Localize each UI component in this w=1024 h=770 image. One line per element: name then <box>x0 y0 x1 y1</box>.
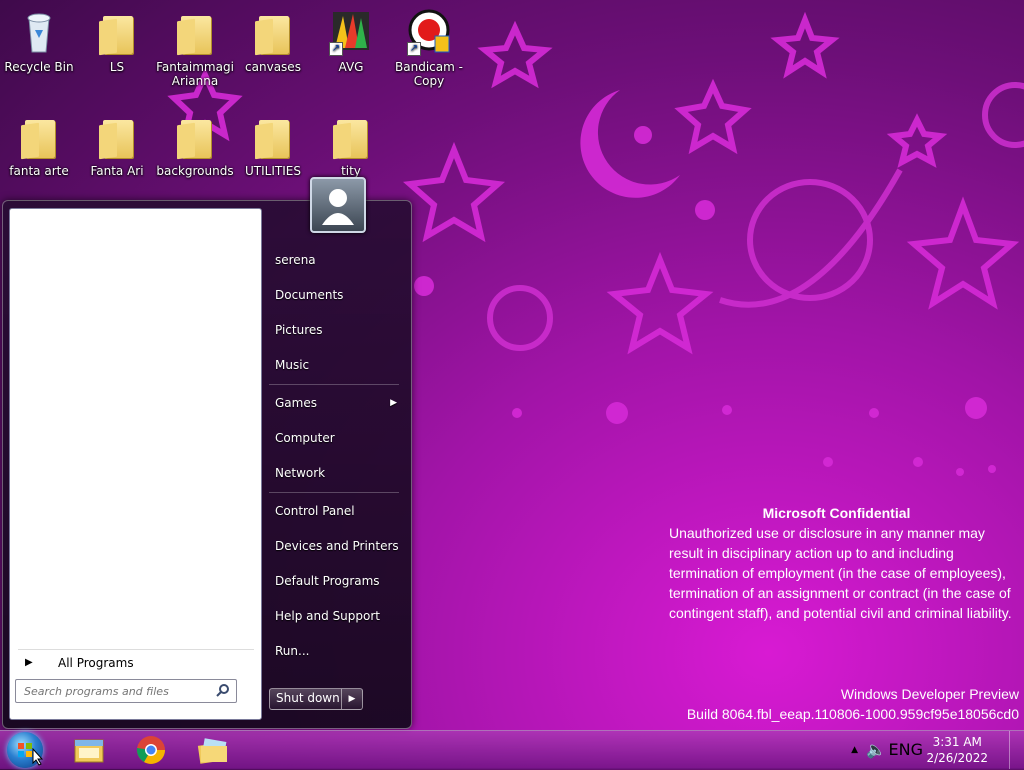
explorer-taskbar-button[interactable] <box>71 734 107 766</box>
tray-overflow-arrow-icon[interactable]: ▲ <box>851 731 858 769</box>
desktop-icon-fanta-ari[interactable]: Fanta Ari <box>78 112 156 178</box>
mouse-cursor-icon <box>32 748 44 766</box>
start-item-devices-printers[interactable]: Devices and Printers <box>265 533 403 559</box>
desktop-icon-label: Fanta Ari <box>90 164 144 178</box>
volume-icon[interactable]: 🔈 <box>866 731 886 769</box>
folders-icon <box>197 738 227 764</box>
folder-icon <box>327 112 375 160</box>
start-item-label: serena <box>275 253 316 267</box>
submenu-arrow-icon: ▶ <box>390 398 397 408</box>
all-programs-label: All Programs <box>58 656 134 670</box>
desktop-icon-label: Fantaimmagi Arianna <box>156 60 234 88</box>
desktop-icon-label: UTILITIES <box>245 164 301 178</box>
start-item-help-support[interactable]: Help and Support <box>265 603 403 629</box>
desktop-icon-backgrounds[interactable]: backgrounds <box>156 112 234 178</box>
start-item-label: Run... <box>275 644 310 658</box>
desktop-icon-tity[interactable]: tity <box>312 112 390 178</box>
start-item-label: Games <box>275 396 317 410</box>
start-item-label: Pictures <box>275 323 323 337</box>
shutdown-button[interactable]: Shut down ▶ <box>269 688 363 710</box>
desktop-icon-label: canvases <box>245 60 301 74</box>
chrome-icon <box>137 736 165 764</box>
desktop-icon-label: tity <box>341 164 361 178</box>
start-search-box[interactable] <box>15 679 237 703</box>
explorer-icon <box>74 739 104 763</box>
desktop-icon-label: fanta arte <box>9 164 69 178</box>
desktop-icon-label: backgrounds <box>156 164 234 178</box>
desktop-icon-utilities[interactable]: UTILITIES <box>234 112 312 178</box>
user-picture[interactable] <box>310 177 366 233</box>
desktop-icon-ls[interactable]: LS <box>78 8 156 74</box>
start-item-user[interactable]: serena <box>265 247 403 273</box>
confidential-text: Unauthorized use or disclosure in any ma… <box>669 525 1012 621</box>
watermark-line2: Build 8064.fbl_eeap.110806-1000.959cf95e… <box>686 706 1019 722</box>
start-item-pictures[interactable]: Pictures <box>265 317 403 343</box>
start-item-label: Default Programs <box>275 574 380 588</box>
search-icon[interactable] <box>216 683 230 697</box>
taskbar: ▲ 🔈 ENG 3:31 AM 2/26/2022 <box>0 730 1024 769</box>
search-input[interactable] <box>22 682 211 700</box>
folders-taskbar-button[interactable] <box>195 734 231 766</box>
chrome-taskbar-button[interactable] <box>133 734 169 766</box>
separator <box>269 384 399 385</box>
all-programs-item[interactable]: ▶ All Programs <box>18 649 254 676</box>
start-menu: ▶ All Programs serena Documents Pictures… <box>2 177 412 729</box>
clock[interactable]: 3:31 AM 2/26/2022 <box>926 734 988 766</box>
desktop-icon-label: Recycle Bin <box>4 60 74 74</box>
confidential-title: Microsoft Confidential <box>762 505 911 521</box>
avg-icon: ↗ <box>327 8 375 56</box>
separator <box>269 492 399 493</box>
desktop-icon-fantaimmagi-arianna[interactable]: Fantaimmagi Arianna <box>156 8 234 88</box>
desktop-icon-label: LS <box>109 60 125 74</box>
start-item-label: Documents <box>275 288 344 302</box>
desktop-icon-label: Bandicam - Copy <box>395 60 463 88</box>
folder-icon <box>15 112 63 160</box>
start-item-label: Devices and Printers <box>275 539 399 553</box>
start-item-control-panel[interactable]: Control Panel <box>265 498 403 524</box>
clock-date: 2/26/2022 <box>926 751 988 765</box>
start-item-network[interactable]: Network <box>265 460 403 486</box>
folder-icon <box>171 112 219 160</box>
shutdown-label: Shut down <box>276 691 340 705</box>
triangle-right-icon: ▶ <box>25 657 33 668</box>
language-indicator[interactable]: ENG <box>889 731 923 769</box>
start-item-documents[interactable]: Documents <box>265 282 403 308</box>
desktop-icon-canvases[interactable]: canvases <box>234 8 312 74</box>
desktop-icon-bandicam[interactable]: ↗ Bandicam - Copy <box>390 8 468 88</box>
start-item-label: Network <box>275 466 326 480</box>
start-menu-programs-pane: ▶ All Programs <box>9 208 262 720</box>
start-item-label: Help and Support <box>275 609 380 623</box>
windows-logo-icon <box>18 743 32 757</box>
folder-icon <box>249 112 297 160</box>
clock-time: 3:31 AM <box>932 735 982 749</box>
shortcut-arrow-icon: ↗ <box>407 42 421 56</box>
start-item-label: Control Panel <box>275 504 355 518</box>
start-item-run[interactable]: Run... <box>265 638 403 664</box>
folder-icon <box>93 112 141 160</box>
desktop-icon-label: AVG <box>338 60 364 74</box>
start-item-label: Music <box>275 358 310 372</box>
bandicam-icon: ↗ <box>405 8 453 56</box>
desktop-icon-avg[interactable]: ↗ AVG <box>312 8 390 74</box>
start-item-music[interactable]: Music <box>265 352 403 378</box>
recycle-bin-icon <box>15 8 63 56</box>
start-item-default-programs[interactable]: Default Programs <box>265 568 403 594</box>
user-avatar-icon <box>322 189 354 225</box>
confidential-notice: Microsoft Confidential Unauthorized use … <box>669 503 1014 623</box>
show-desktop-button[interactable] <box>1009 731 1024 769</box>
folder-icon <box>171 8 219 56</box>
desktop-icon-recycle-bin[interactable]: Recycle Bin <box>0 8 78 74</box>
start-item-label: Computer <box>275 431 335 445</box>
folder-icon <box>93 8 141 56</box>
start-item-computer[interactable]: Computer <box>265 425 403 451</box>
folder-icon <box>249 8 297 56</box>
shortcut-arrow-icon: ↗ <box>329 42 343 56</box>
watermark-line1: Windows Developer Preview <box>840 686 1019 702</box>
desktop-icon-fanta-arte[interactable]: fanta arte <box>0 112 78 178</box>
shutdown-options-arrow-icon[interactable]: ▶ <box>341 689 362 709</box>
build-watermark: Windows Developer Preview Build 8064.fbl… <box>687 684 1019 724</box>
start-item-games[interactable]: Games ▶ <box>265 390 403 416</box>
